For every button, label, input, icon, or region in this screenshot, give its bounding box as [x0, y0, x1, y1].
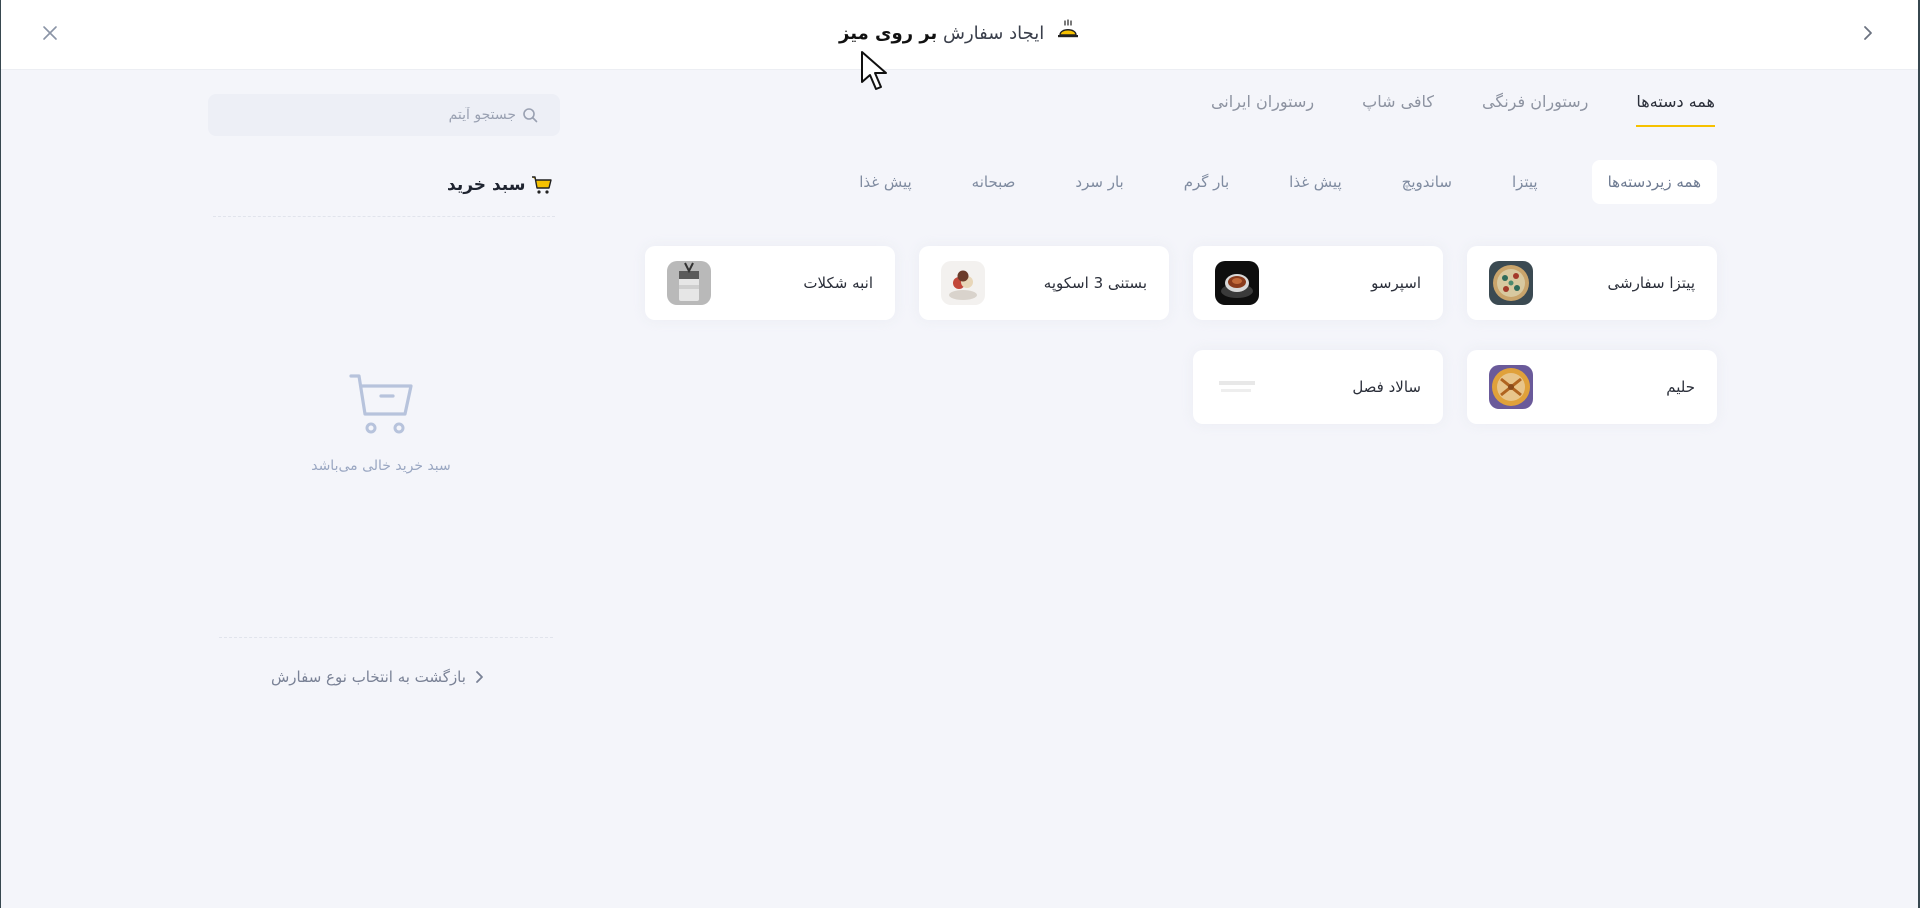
espresso-thumbnail	[1215, 261, 1259, 305]
subtab-hot-bar[interactable]: بار گرم	[1168, 160, 1245, 204]
chevron-right-icon	[476, 671, 483, 683]
menu-item-card[interactable]: حلیم	[1467, 350, 1717, 424]
tab-coffee-shop[interactable]: کافی شاپ	[1362, 92, 1434, 127]
menu-item-name: پیتزا سفارشی	[1607, 274, 1695, 292]
empty-cart-message: سبد خرید خالی می‌باشد	[311, 458, 451, 474]
salad-thumbnail	[1215, 365, 1259, 409]
back-to-order-type-link[interactable]: بازگشت به انتخاب نوع سفارش	[271, 668, 486, 686]
menu-items-grid: پیتزا سفارشی اسپرسو بستنی 3 اسکوپه انبه …	[645, 246, 1717, 424]
top-bar: ایجاد سفارش بر روی میز	[1, 0, 1918, 70]
subtab-sandwich[interactable]: ساندویچ	[1386, 160, 1468, 204]
tab-western-restaurant[interactable]: رستوران فرنگی	[1482, 92, 1588, 127]
cart-header: سبد خرید	[447, 175, 553, 195]
order-window: ایجاد سفارش بر روی میز همه دسته‌ها رستور…	[0, 0, 1920, 908]
menu-item-name: حلیم	[1666, 378, 1695, 396]
subtab-cold-bar[interactable]: بار سرد	[1059, 160, 1139, 204]
back-link-label: بازگشت به انتخاب نوع سفارش	[271, 668, 466, 686]
empty-cart-icon	[349, 374, 413, 434]
subtab-breakfast[interactable]: صبحانه	[956, 160, 1032, 204]
tab-iranian-restaurant[interactable]: رستوران ایرانی	[1211, 92, 1314, 127]
tab-all-categories[interactable]: همه دسته‌ها	[1636, 92, 1715, 127]
menu-item-card[interactable]: بستنی 3 اسکوپه	[919, 246, 1169, 320]
subtab-appetizer[interactable]: پیش غذا	[1273, 160, 1357, 204]
cart-divider	[213, 216, 555, 217]
cart-icon	[532, 176, 553, 194]
menu-item-name: انبه شکلات	[803, 274, 873, 292]
haleem-thumbnail	[1489, 365, 1533, 409]
mango-chocolate-thumbnail	[667, 261, 711, 305]
back-button[interactable]	[1858, 22, 1878, 44]
cart-footer-divider	[219, 637, 553, 638]
title-prefix: ایجاد سفارش	[943, 23, 1045, 44]
pizza-thumbnail	[1489, 261, 1533, 305]
page-title: ایجاد سفارش بر روی میز	[1, 18, 1918, 50]
menu-item-card[interactable]: انبه شکلات	[645, 246, 895, 320]
subcategory-tabs: همه زیردسته‌ها پیتزا ساندویچ پیش غذا بار…	[815, 160, 1717, 204]
menu-item-card[interactable]: سالاد فصل	[1193, 350, 1443, 424]
subtab-appetizer-2[interactable]: پیش غذا	[843, 160, 927, 204]
menu-item-name: سالاد فصل	[1352, 378, 1421, 396]
menu-item-card[interactable]: اسپرسو	[1193, 246, 1443, 320]
menu-item-name: اسپرسو	[1371, 274, 1421, 292]
search-input[interactable]	[258, 106, 518, 124]
mouse-cursor-icon	[861, 51, 887, 90]
cloche-icon	[1056, 18, 1080, 50]
subtab-all-subcategories[interactable]: همه زیردسته‌ها	[1591, 160, 1717, 204]
search-field[interactable]	[208, 94, 560, 136]
category-tabs: همه دسته‌ها رستوران فرنگی کافی شاپ رستور…	[1163, 92, 1715, 127]
menu-item-card[interactable]: پیتزا سفارشی	[1467, 246, 1717, 320]
menu-item-name: بستنی 3 اسکوپه	[1043, 274, 1147, 292]
cart-title: سبد خرید	[447, 175, 526, 195]
title-table-mode: بر روی میز	[839, 23, 938, 44]
icecream-thumbnail	[941, 261, 985, 305]
search-icon	[523, 108, 538, 123]
chevron-right-icon	[1864, 26, 1872, 40]
subtab-pizza[interactable]: پیتزا	[1496, 160, 1554, 204]
